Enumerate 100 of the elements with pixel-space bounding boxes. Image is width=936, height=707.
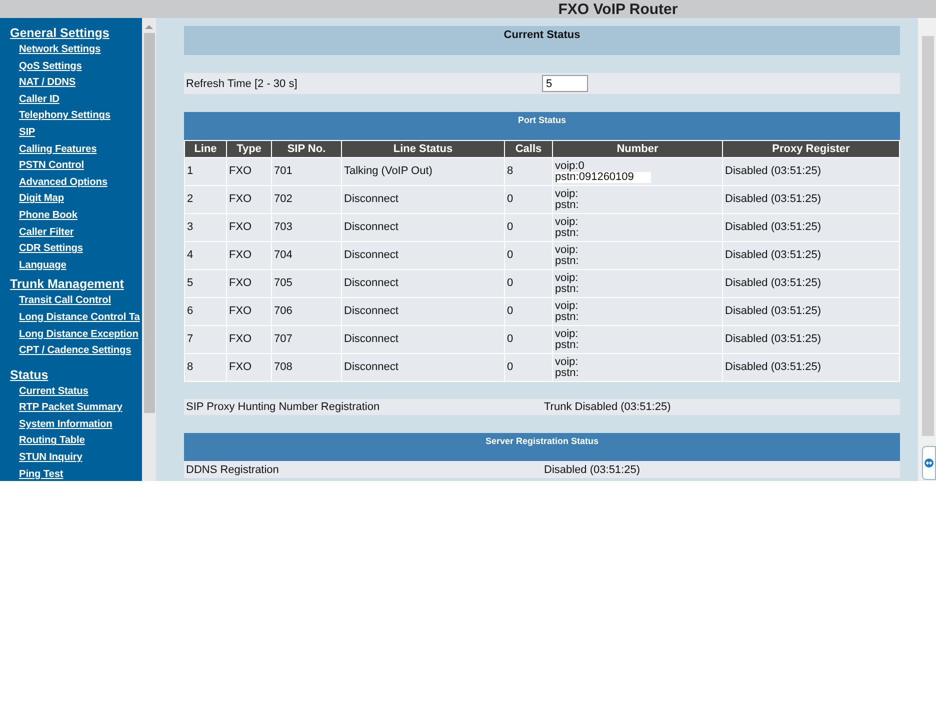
sidebar-link[interactable]: Network Settings (19, 42, 101, 59)
voip-number: voip: (555, 300, 580, 312)
column-header: Type (226, 140, 272, 158)
table-cell: 708 (272, 354, 342, 382)
sidebar-link[interactable]: Ping Test (19, 466, 64, 481)
sidebar-link[interactable]: CPT / Cadence Settings (19, 343, 132, 360)
table-cell: 3 (184, 214, 226, 242)
field-value: Disabled (03:51:25) (543, 464, 642, 476)
table-cell: 0 (504, 186, 552, 214)
sidebar-link[interactable]: Calling Features (19, 142, 97, 158)
section-title-bar: Server Registration Status (184, 433, 900, 461)
table-cell: Talking (VoIP Out) (342, 158, 504, 186)
sidebar-link[interactable]: Advanced Options (19, 174, 108, 192)
table-cell: 0 (504, 270, 552, 298)
sidebar-link[interactable]: CDR Settings (19, 241, 83, 258)
sidebar-section-link[interactable]: Status (10, 366, 48, 383)
table-cell: 7 (184, 326, 226, 354)
table-cell: Disabled (03:51:25) (722, 354, 900, 382)
table-cell: Disabled (03:51:25) (722, 158, 900, 186)
sidebar-link[interactable]: Transit Call Control (19, 293, 111, 310)
table-cell: FXO (226, 158, 272, 186)
column-header: Calls (504, 140, 552, 158)
sidebar-link[interactable]: NAT / DDNS (19, 75, 76, 92)
pstn-number: pstn:091260109 (555, 172, 651, 182)
column-header: Number (552, 140, 722, 158)
pstn-number: pstn: (555, 256, 580, 266)
table-cell: Disconnect (342, 270, 504, 298)
table-cell: Disconnect (342, 186, 504, 214)
sidebar-link[interactable]: Current Status (19, 384, 88, 400)
table-cell: FXO (226, 186, 272, 214)
column-header: Proxy Register (722, 140, 900, 158)
sidebar-link[interactable]: Language (19, 258, 66, 274)
table-cell: Disabled (03:51:25) (722, 326, 900, 354)
sidebar-link[interactable]: Digit Map (19, 191, 64, 208)
voip-number: voip: (555, 356, 580, 368)
table-cell: 705 (272, 270, 342, 298)
voip-number: voip: (555, 328, 580, 340)
table-cell: 8 (504, 158, 552, 186)
page-title-bar: Current Status (184, 26, 900, 55)
voip-number: voip: (555, 272, 580, 284)
table-cell: 2 (184, 186, 226, 214)
table-cell: 0 (504, 242, 552, 270)
table-cell: FXO (226, 298, 272, 326)
table-cell: 1 (184, 158, 226, 186)
table-cell: Disconnect (342, 326, 504, 354)
column-header: Line (184, 140, 226, 158)
sidebar-link[interactable]: Phone Book (19, 208, 78, 225)
sidebar-link[interactable]: QoS Settings (19, 58, 82, 76)
sidebar-section-link[interactable]: General Settings (10, 25, 110, 41)
sidebar-link[interactable]: Long Distance Control Ta (19, 310, 140, 326)
sidebar-link[interactable]: Caller Filter (19, 224, 74, 242)
table-cell: 5 (184, 270, 226, 298)
table-cell: Disconnect (342, 298, 504, 326)
table-cell: Disabled (03:51:25) (722, 186, 900, 214)
table-cell: 0 (504, 214, 552, 242)
table-cell: Disabled (03:51:25) (722, 214, 900, 242)
refresh-time-input[interactable]: 5 (542, 75, 588, 92)
voip-number: voip: (555, 244, 580, 256)
sidebar-link[interactable]: STUN Inquiry (19, 450, 82, 467)
table-cell: 706 (272, 298, 342, 326)
pstn-number: pstn: (555, 284, 580, 294)
voip-number: voip:0 (555, 160, 586, 172)
table-cell: Disconnect (342, 354, 504, 382)
table-cell: 701 (272, 158, 342, 186)
table-cell: 703 (272, 214, 342, 242)
table-cell: Disconnect (342, 214, 504, 242)
table-cell: 0 (504, 298, 552, 326)
sidebar-link[interactable]: RTP Packet Summary (19, 400, 122, 417)
sidebar-section-link[interactable]: Trunk Management (10, 276, 124, 292)
field-label: Refresh Time [2 - 30 s] (185, 78, 298, 90)
column-header: SIP No. (272, 140, 342, 158)
sidebar-link[interactable]: System Information (19, 416, 112, 434)
router-title: FXO VoIP Router (558, 2, 678, 18)
pstn-number: pstn: (555, 340, 580, 350)
table-cell: FXO (226, 354, 272, 382)
table-cell: 704 (272, 242, 342, 270)
table-cell: 8 (184, 354, 226, 382)
table-cell: 707 (272, 326, 342, 354)
sidebar-link[interactable]: PSTN Control (19, 158, 84, 175)
table-cell: 702 (272, 186, 342, 214)
table-cell: Disabled (03:51:25) (722, 298, 900, 326)
sidebar-link[interactable]: Caller ID (19, 92, 60, 108)
voip-number: voip: (555, 216, 580, 228)
voip-number: voip: (555, 188, 580, 200)
field-label: DDNS Registration (185, 464, 280, 476)
pstn-number: pstn: (555, 368, 580, 378)
sidebar-link[interactable]: SIP (19, 124, 36, 142)
table-cell: 4 (184, 242, 226, 270)
table-cell: 6 (184, 298, 226, 326)
section-title-bar: Port Status (184, 112, 900, 140)
field-label: SIP Proxy Hunting Number Registration (185, 401, 381, 413)
sidebar-link[interactable]: Telephony Settings (19, 108, 110, 125)
scrollbar[interactable] (142, 18, 156, 481)
sidebar-link[interactable]: Routing Table (19, 433, 85, 450)
scrollbar[interactable] (922, 36, 934, 436)
sidebar-link[interactable]: Long Distance Exception (19, 326, 138, 344)
pstn-number: pstn: (555, 200, 580, 210)
table-cell: FXO (226, 242, 272, 270)
table-cell: Disabled (03:51:25) (722, 242, 900, 270)
table-cell: FXO (226, 270, 272, 298)
